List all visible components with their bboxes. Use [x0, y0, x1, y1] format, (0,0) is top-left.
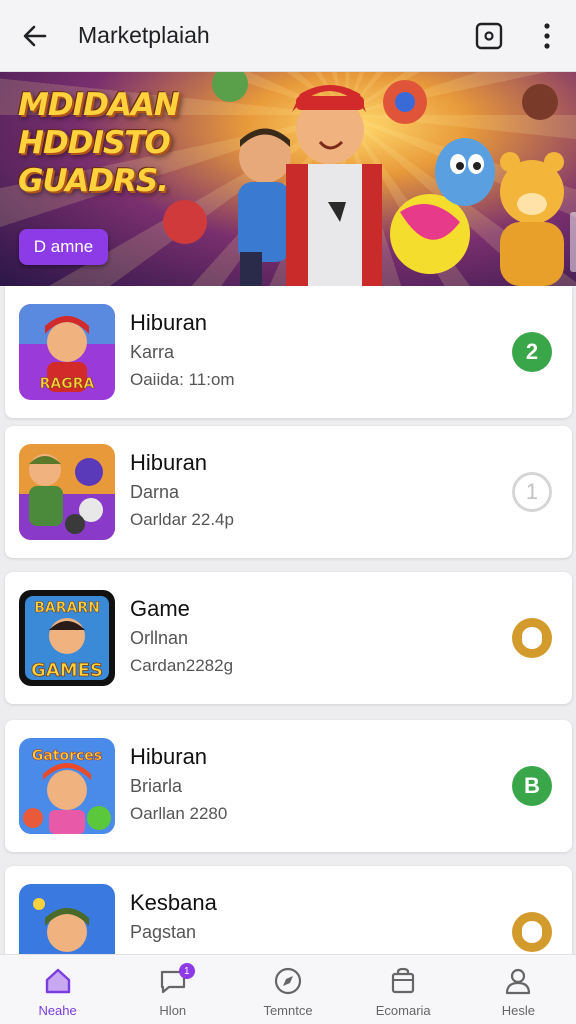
status-badge: 1 [512, 472, 552, 512]
thumbnail-art [19, 444, 115, 540]
thumbnail-text: RAGRA [40, 376, 95, 392]
status-badge: 2 [512, 332, 552, 372]
nav-label: Temntce [263, 1003, 313, 1018]
app-thumbnail [19, 444, 115, 540]
more-vertical-icon [544, 22, 550, 49]
nav-label: Hesle [501, 1003, 536, 1018]
item-subtitle: Briarla [130, 776, 183, 796]
item-subtitle: Pagstan [130, 922, 197, 942]
item-title: Hiburan [130, 310, 208, 335]
app-thumbnail: RAGRA [19, 304, 115, 400]
home-icon [42, 965, 74, 997]
arrow-left-icon [23, 25, 47, 46]
status-badge [512, 618, 552, 658]
thumbnail-art: Gatorces [19, 738, 115, 834]
app-thumbnail [19, 884, 115, 954]
nav-profile[interactable]: Hesle [461, 955, 576, 1024]
item-subtitle: Karra [130, 342, 175, 362]
item-title: Game [130, 596, 190, 621]
chat-icon: 1 [157, 963, 195, 997]
square-target-icon [475, 22, 503, 49]
banner-scroll-indicator [570, 212, 576, 272]
list-item[interactable]: RAGRA Hiburan Karra Oaiida: 11:om 2 [5, 286, 572, 418]
page-title: Marketplaiah [78, 22, 210, 48]
thumbnail-art: RAGRA [19, 304, 115, 400]
back-button[interactable] [0, 0, 70, 72]
item-meta: Oarllan 2280 [130, 804, 228, 823]
list-item[interactable]: Kesbana Pagstan [5, 866, 572, 954]
banner-cta-button[interactable]: D amne [19, 229, 108, 265]
thumbnail-text: GAMES [31, 660, 103, 681]
status-badge [512, 912, 552, 952]
status-badge: B [512, 766, 552, 806]
notification-badge: 1 [178, 963, 195, 979]
item-title: Kesbana [130, 890, 217, 915]
list-item[interactable]: BARARN GAMES Game Orllnan Cardan2282g [5, 572, 572, 704]
headline-line: GUADRS. [18, 163, 169, 199]
item-subtitle: Darna [130, 482, 180, 502]
nav-label: Ecomaria [375, 1003, 431, 1018]
item-title: Hiburan [130, 744, 208, 769]
thumbnail-art: BARARN GAMES [19, 590, 115, 686]
headline-line: HDDISTO [18, 125, 171, 161]
item-title: Hiburan [130, 450, 208, 475]
list-item[interactable]: Hiburan Darna Oarldar 22.4p 1 [5, 426, 572, 558]
scan-button[interactable] [460, 0, 518, 72]
item-meta: Oarldar 22.4p [130, 510, 234, 529]
headline-line: MDIDAAN [18, 87, 180, 123]
item-subtitle: Orllnan [130, 628, 189, 648]
item-meta: Oaiida: 11:om [130, 370, 235, 389]
list-item[interactable]: Gatorces Hiburan Briarla Oarllan 2280 B [5, 720, 572, 852]
app-bar: Marketplaiah [0, 0, 576, 72]
shield-icon [522, 627, 542, 649]
banner-headline: MDIDAAN HDDISTO GUADRS. [18, 86, 208, 200]
user-icon [502, 965, 534, 997]
nav-explore[interactable]: Temntce [230, 955, 345, 1024]
promo-banner[interactable]: MDIDAAN HDDISTO GUADRS. D amne [0, 72, 576, 286]
nav-home[interactable]: Neahe [0, 955, 115, 1024]
app-thumbnail: BARARN GAMES [19, 590, 115, 686]
nav-chat[interactable]: 1 Hlon [115, 955, 230, 1024]
nav-shop[interactable]: Ecomaria [346, 955, 461, 1024]
app-thumbnail: Gatorces [19, 738, 115, 834]
nav-label: Neahe [38, 1003, 77, 1018]
bottom-nav: Neahe 1 Hlon Temntce Ecomaria Hesle [0, 954, 576, 1024]
nav-label: Hlon [159, 1003, 187, 1018]
shield-icon [522, 921, 542, 943]
compass-icon [272, 965, 304, 997]
item-meta: Cardan2282g [130, 656, 234, 675]
thumbnail-text: Gatorces [32, 748, 102, 764]
bag-icon [387, 965, 419, 997]
thumbnail-art [19, 884, 115, 954]
more-button[interactable] [518, 0, 576, 72]
thumbnail-text: BARARN [34, 600, 100, 616]
app-list: RAGRA Hiburan Karra Oaiida: 11:om 2 Hibu… [0, 286, 576, 954]
